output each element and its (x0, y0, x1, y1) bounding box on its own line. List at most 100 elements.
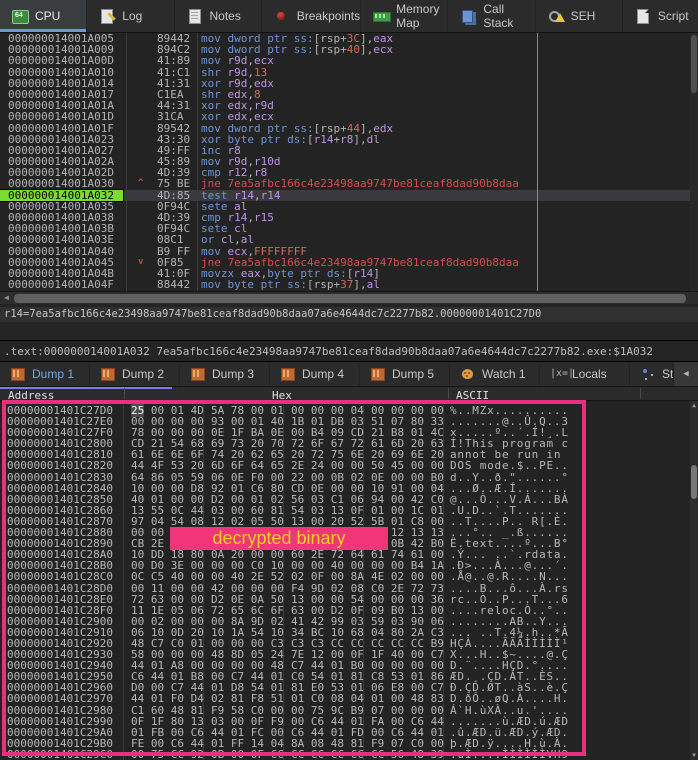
instruction-text: cmp r12,r8 (197, 167, 698, 178)
instruction-address: 000000014001A04F (0, 279, 126, 290)
dump-column-header[interactable]: Address Hex ASCII (0, 386, 698, 401)
dump-address: 00000001401C28C0 (0, 571, 124, 582)
instruction-text: shr edx,8 (197, 89, 698, 100)
dump-row[interactable]: 00000001401C2980C1 60 48 81F9 58 C0 0000… (0, 705, 698, 716)
hex-group: 44 4F 53 20 (124, 460, 204, 471)
hex-group: 64 86 05 59 (124, 472, 204, 483)
cpu-icon (12, 9, 28, 23)
hex-group: 01 00 48 83 (364, 693, 444, 704)
tab-label: Dump 4 (302, 367, 344, 381)
tab-scroll-left-button[interactable]: ◀ (673, 362, 698, 386)
dump-address: 00000001401C2830 (0, 472, 124, 483)
dump-address: 00000001401C29C0 (0, 749, 124, 760)
comment-column-divider[interactable] (537, 33, 538, 291)
bytes-text: 88442 (157, 279, 190, 290)
top-tab-bar: CPU LogNotes BreakpointsMemory MapCall Sta… (0, 0, 698, 33)
hex-group: 00 75 9C B9 (284, 705, 364, 716)
disassembly-view[interactable]: 000000014001A00589442mov dword ptr ss:[r… (0, 33, 698, 291)
instruction-text: test r14,r14 (197, 190, 698, 201)
disasm-row[interactable]: 000000014001A04F88442mov byte ptr ss:[rs… (0, 279, 698, 290)
disasm-row[interactable]: 000000014001A030^75 BEjne 7ea5afbc166c4e… (0, 178, 698, 189)
str-icon (640, 367, 656, 381)
hex-dump-view[interactable]: 00000001401C27D025 00 01 4D5A 78 00 0100… (0, 401, 698, 760)
tab-label: CPU (35, 9, 60, 23)
tab-label: Breakpoints (297, 9, 360, 23)
dump-row[interactable]: 00000001401C297044 01 F0 D402 81 F8 5101… (0, 693, 698, 704)
dump-icon (280, 367, 296, 381)
log-icon (99, 9, 115, 23)
tab-script[interactable]: Script (623, 0, 698, 32)
tab-dump-2[interactable]: Dump 2 (90, 362, 180, 386)
jump-arrow-icon: v (138, 257, 143, 268)
tab-log[interactable]: Log (87, 0, 174, 32)
scrollbar-thumb[interactable] (14, 294, 686, 303)
tab-memory-map[interactable]: Memory Map (361, 0, 448, 32)
tab-label: Script (658, 9, 689, 23)
disasm-row[interactable]: 000000014001A03E08C1or cl,al (0, 234, 698, 245)
bytes-text: 08C1 (157, 234, 184, 245)
dump-vertical-scrollbar[interactable]: ▲ ▼ (690, 401, 698, 760)
hex-group: C1 60 48 81 (124, 705, 204, 716)
hex-group: 4E 02 00 00 (364, 571, 444, 582)
dump-row[interactable]: 00000001401C29C000 75 CC 920B 00 0F CCCC… (0, 749, 698, 760)
instruction-text: mov dword ptr ss:[rsp+44],edx (197, 123, 698, 134)
tab-cpu[interactable]: CPU (0, 0, 87, 32)
instruction-text: or cl,al (197, 234, 698, 245)
disasm-horizontal-scrollbar[interactable]: ◀ (0, 291, 698, 304)
instruction-text: jne 7ea5afbc166c4e23498aa9747be81ceaf8da… (197, 178, 698, 189)
tab-label: Watch 1 (482, 367, 526, 381)
tab-label: Dump 1 (32, 367, 74, 381)
tab-watch-1[interactable]: Watch 1 (450, 362, 540, 386)
instruction-bytes: 08C1 (126, 234, 197, 245)
dump-icon (370, 367, 386, 381)
dump-row[interactable]: 00000001401C282044 4F 53 206D 6F 64 652E… (0, 460, 698, 471)
disasm-row[interactable]: 000000014001A00D41:89mov r9d,ecx (0, 55, 698, 66)
tab-dump-4[interactable]: Dump 4 (270, 362, 360, 386)
bytes-text: 31CA (157, 111, 184, 122)
tab-dump-5[interactable]: Dump 5 (360, 362, 450, 386)
disasm-vertical-scrollbar[interactable] (690, 33, 698, 291)
tab-call-stack[interactable]: Call Stack (448, 0, 535, 32)
scroll-left-arrow-icon[interactable]: ◀ (0, 292, 13, 304)
dump-row[interactable]: 00000001401C28D000 11 00 0042 00 00 00F4… (0, 583, 698, 594)
scrollbar-thumb[interactable] (691, 35, 697, 93)
tab-dump-3[interactable]: Dump 3 (180, 362, 270, 386)
disasm-row[interactable]: 000000014001A01D31CAxor edx,ecx (0, 111, 698, 122)
instruction-address: 000000014001A01F (0, 123, 126, 134)
instruction-bytes: 31CA (126, 111, 197, 122)
dump-row[interactable]: 00000001401C28C00C C5 40 0000 40 2E 5202… (0, 571, 698, 582)
tab-seh[interactable]: SEH (536, 0, 623, 32)
decrypted-binary-annotation: decrypted binary (170, 527, 388, 550)
instruction-bytes: ^75 BE (126, 178, 197, 189)
instruction-bytes: 88442 (126, 279, 197, 290)
instruction-text: jne 7ea5afbc166c4e23498aa9747be81ceaf8da… (197, 257, 698, 268)
bytes-text: 41:89 (157, 55, 190, 66)
tab-notes[interactable]: Notes (175, 0, 262, 32)
instruction-text: sete al (197, 201, 698, 212)
tab-breakpoints[interactable]: Breakpoints (262, 0, 361, 32)
hex-group: 00 75 CC 92 (124, 749, 204, 760)
tab-locals[interactable]: Locals (540, 362, 630, 386)
info-panel: r14=7ea5afbc166c4e23498aa9747be81ceaf8da… (0, 304, 698, 341)
scroll-up-arrow-icon[interactable]: ▲ (690, 402, 698, 409)
hex-group: 42 00 00 00 (204, 583, 284, 594)
dump-ascii: .Å@..@.R....N... (444, 571, 569, 582)
disassembly-rows: 000000014001A00589442mov dword ptr ss:[r… (0, 33, 698, 290)
column-divider (126, 33, 127, 291)
info-line-empty (0, 322, 698, 337)
dump-address: 00000001401C2820 (0, 460, 124, 471)
instruction-text: shr r9d,13 (197, 67, 698, 78)
scrollbar-thumb[interactable] (691, 465, 697, 499)
scroll-down-arrow-icon[interactable]: ▼ (690, 752, 698, 759)
hex-group: CC 56 48 39 (364, 749, 444, 760)
locals-icon (550, 367, 566, 381)
header-divider (448, 388, 449, 399)
tab-label: SEH (571, 9, 596, 23)
instruction-text: cmp r14,r15 (197, 212, 698, 223)
dump-row[interactable]: 00000001401C283064 86 05 5906 0E F0 0022… (0, 472, 698, 483)
instruction-text: mov dword ptr ss:[rsp+3C],eax (197, 33, 698, 44)
tab-dump-1[interactable]: Dump 1 (0, 362, 90, 386)
register-info-line[interactable]: r14=7ea5afbc166c4e23498aa9747be81ceaf8da… (0, 307, 698, 322)
disasm-row[interactable]: 000000014001A01F89542mov dword ptr ss:[r… (0, 123, 698, 134)
tab-label: Dump 5 (392, 367, 434, 381)
